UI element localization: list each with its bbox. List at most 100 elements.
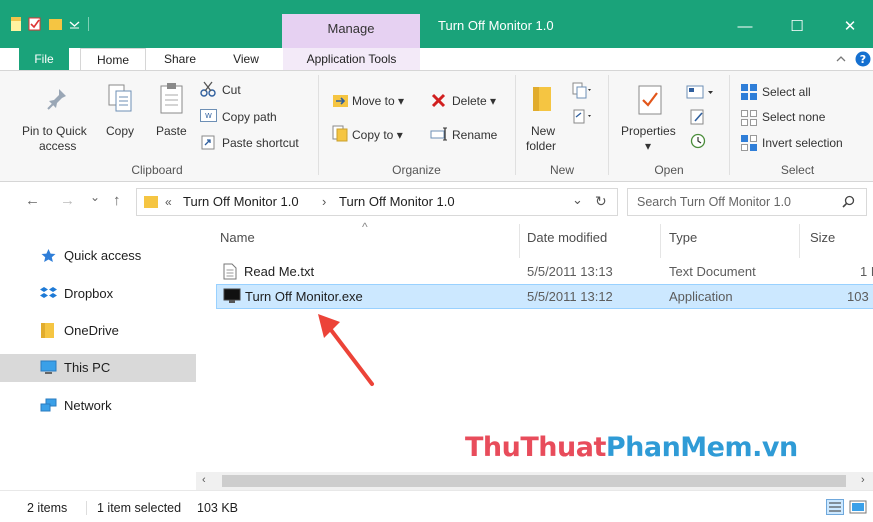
tab-view[interactable]: View: [216, 48, 276, 70]
delete-icon: [431, 93, 446, 108]
new-folder-icon: [533, 87, 551, 111]
ribbon: Pin to Quick access Copy Paste Cut W Cop…: [0, 70, 873, 182]
table-row[interactable]: Read Me.txt 5/5/2011 13:13 Text Document…: [216, 260, 873, 283]
tab-home[interactable]: Home: [80, 48, 146, 72]
new-folder-button[interactable]: New: [531, 124, 555, 138]
folder-icon: [41, 323, 54, 338]
sidebar-item-dropbox[interactable]: Dropbox: [0, 280, 196, 308]
open-icon[interactable]: [686, 85, 716, 99]
new-item-icon[interactable]: [570, 81, 592, 103]
select-all-icon: [741, 84, 757, 100]
delete-button[interactable]: Delete ▾: [452, 94, 496, 108]
column-separator[interactable]: [519, 224, 520, 258]
column-header-date-modified[interactable]: Date modified: [527, 230, 607, 245]
properties-button[interactable]: Properties: [621, 124, 676, 138]
table-row-selected[interactable]: Turn Off Monitor.exe 5/5/2011 13:12 Appl…: [216, 284, 873, 309]
minimize-button[interactable]: —: [722, 14, 768, 40]
search-icon[interactable]: [842, 195, 855, 208]
sidebar-item-this-pc[interactable]: This PC: [0, 354, 196, 382]
rename-button[interactable]: Rename: [452, 128, 497, 142]
copy-to-button[interactable]: Copy to ▾: [352, 128, 403, 142]
pin-icon: [47, 89, 66, 110]
details-view-icon[interactable]: [826, 499, 844, 515]
maximize-button[interactable]: ☐: [774, 14, 820, 40]
close-button[interactable]: ✕: [827, 14, 873, 40]
properties-icon[interactable]: [10, 16, 23, 32]
sidebar-item-onedrive[interactable]: OneDrive: [0, 317, 196, 345]
manage-label: Manage: [327, 21, 375, 36]
horizontal-scrollbar[interactable]: ‹ ›: [196, 472, 873, 490]
file-type: Application: [669, 289, 733, 304]
manage-context-tab[interactable]: Manage: [282, 14, 420, 48]
column-separator[interactable]: [799, 224, 800, 258]
annotation-arrow: [318, 314, 374, 386]
collapse-ribbon-icon[interactable]: [836, 54, 846, 64]
copy-button[interactable]: Copy: [106, 124, 134, 138]
select-all-button[interactable]: Select all: [762, 85, 811, 99]
selection-count: 1 item selected: [97, 501, 182, 515]
paste-shortcut-button[interactable]: Paste shortcut: [222, 136, 299, 150]
copy-icon: [108, 84, 132, 112]
tab-share[interactable]: Share: [150, 48, 210, 70]
checkbox-icon[interactable]: [28, 16, 41, 32]
tab-file[interactable]: File: [19, 48, 69, 70]
address-bar[interactable]: « Turn Off Monitor 1.0 › Turn Off Monito…: [136, 188, 618, 216]
search-input[interactable]: Search Turn Off Monitor 1.0: [627, 188, 867, 216]
column-separator[interactable]: [660, 224, 661, 258]
breadcrumb-overflow[interactable]: «: [165, 195, 172, 209]
pin-label-line2: access: [39, 139, 77, 153]
item-count: 2 items: [27, 501, 68, 515]
copy-path-button[interactable]: Copy path: [222, 110, 277, 124]
forward-button[interactable]: →: [60, 192, 75, 209]
column-header-type[interactable]: Type: [669, 230, 697, 245]
select-none-icon: [741, 110, 757, 126]
properties-icon: [638, 85, 662, 115]
back-button[interactable]: ←: [25, 192, 40, 209]
large-icons-view-icon[interactable]: [849, 499, 867, 515]
sidebar-item-label: OneDrive: [64, 323, 119, 338]
sidebar-item-quick-access[interactable]: Quick access: [0, 242, 196, 270]
watermark-part: PhanMem: [605, 432, 753, 463]
pin-to-quick-access-button[interactable]: Pin to Quick: [22, 124, 87, 138]
open-group-label: Open: [654, 163, 684, 177]
sidebar-item-network[interactable]: Network: [0, 392, 196, 420]
scrollbar-thumb[interactable]: [222, 475, 846, 487]
file-date: 5/5/2011 13:12: [527, 289, 613, 304]
breadcrumb-item[interactable]: Turn Off Monitor 1.0: [183, 194, 299, 209]
help-icon[interactable]: ?: [855, 51, 871, 67]
breadcrumb-item[interactable]: Turn Off Monitor 1.0: [339, 194, 455, 209]
history-icon[interactable]: [690, 133, 706, 149]
scroll-left-arrow[interactable]: ‹: [202, 474, 206, 486]
up-button[interactable]: ↑: [113, 192, 121, 209]
paste-shortcut-icon: [201, 135, 215, 150]
column-header-name[interactable]: Name: [220, 230, 255, 245]
invert-selection-button[interactable]: Invert selection: [762, 136, 843, 150]
edit-icon[interactable]: [690, 109, 706, 125]
select-none-button[interactable]: Select none: [762, 110, 825, 124]
copy-path-icon: W: [200, 109, 217, 122]
column-header-size[interactable]: Size: [810, 230, 835, 245]
cut-button[interactable]: Cut: [222, 83, 241, 97]
properties-dropdown[interactable]: ▾: [645, 139, 651, 153]
recent-locations-button[interactable]: ⌄: [90, 190, 100, 204]
scroll-right-arrow[interactable]: ›: [861, 474, 865, 486]
tab-application-tools[interactable]: Application Tools: [283, 48, 420, 70]
easy-access-icon[interactable]: [570, 107, 592, 127]
rename-icon: [430, 127, 447, 141]
paste-button[interactable]: Paste: [156, 124, 187, 138]
ribbon-tab-bar: File Home Share View Application Tools ?: [0, 48, 873, 72]
svg-text:W: W: [205, 112, 212, 120]
new-folder-icon[interactable]: [48, 16, 63, 32]
move-to-button[interactable]: Move to ▾: [352, 94, 404, 108]
separator: [729, 75, 730, 175]
watermark-logo: ThuThuatPhanMem.vn: [465, 432, 798, 463]
status-bar: 2 items 1 item selected 103 KB: [0, 490, 873, 522]
copy-to-icon: [332, 125, 348, 142]
address-dropdown[interactable]: ⌄: [572, 192, 583, 208]
chevron-down-icon[interactable]: [68, 16, 81, 32]
selection-size: 103 KB: [197, 501, 239, 515]
refresh-button[interactable]: ↻: [595, 193, 607, 210]
search-placeholder: Search Turn Off Monitor 1.0: [637, 195, 792, 209]
title-bar: Manage Turn Off Monitor 1.0 — ☐ ✕: [0, 0, 873, 48]
breadcrumb-separator[interactable]: ›: [322, 194, 326, 209]
